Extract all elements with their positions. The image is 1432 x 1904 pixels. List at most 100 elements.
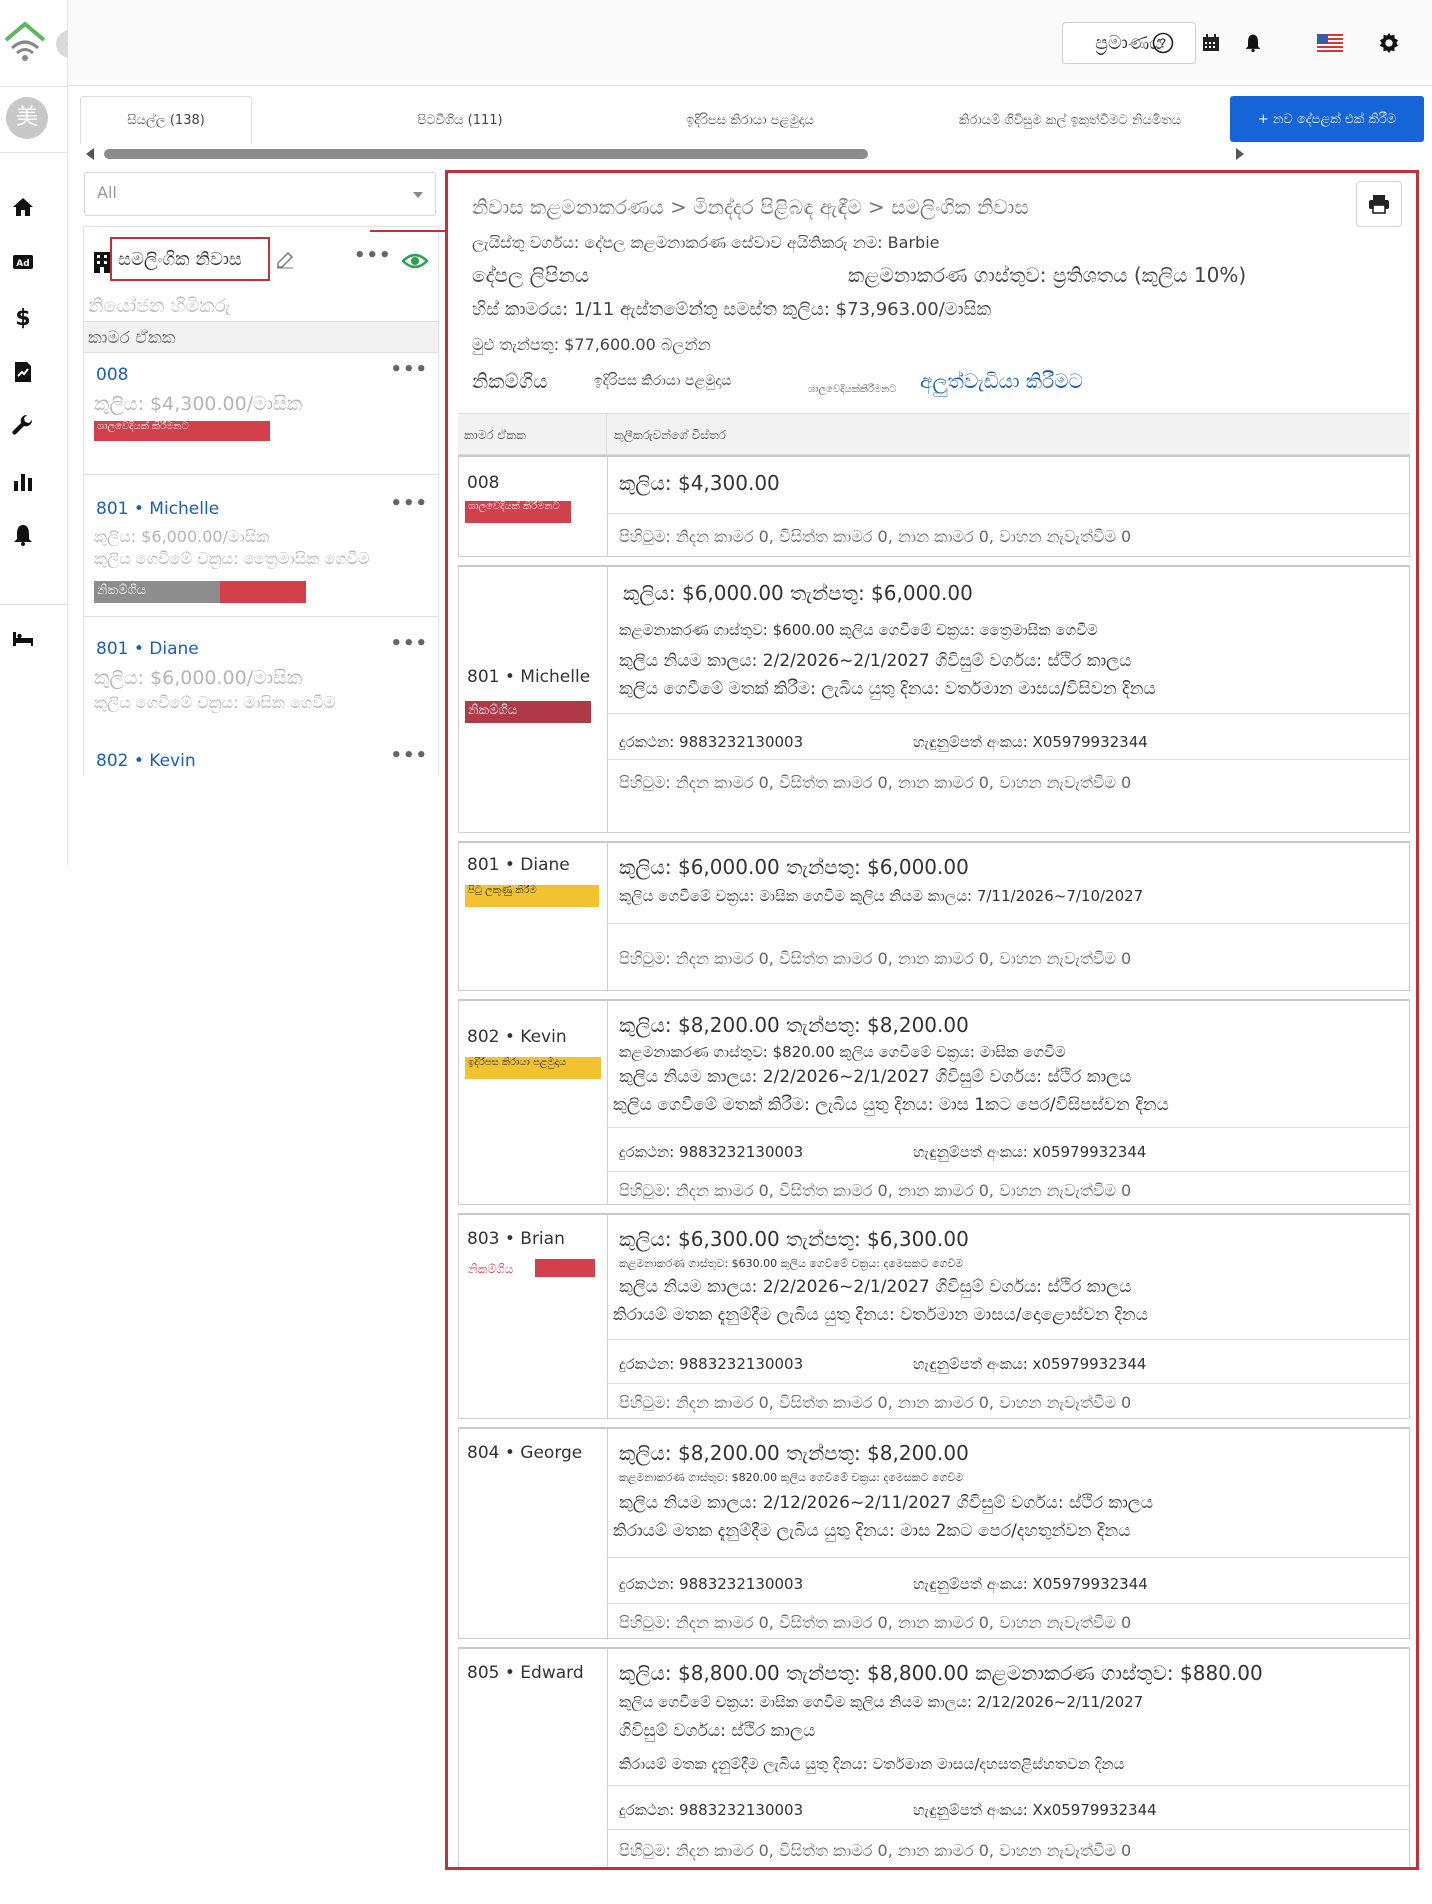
gear-icon[interactable] <box>1376 30 1402 56</box>
row-id: හැඳුනුම්පත් අංකය: X05979932344 <box>913 733 1148 751</box>
row-id: හැඳුනුම්පත් අංකය: Xx05979932344 <box>913 1801 1157 1819</box>
vacancy-total: හිස් කාමරය: 1/11 ඇස්තමේන්තු සමස්ත කුලිය:… <box>472 299 992 320</box>
contract-icon[interactable] <box>10 359 36 385</box>
row-fee-cycle: කළමනාකරණ ගාස්තුව: $820.00 කුලිය ගෙවීමේ ච… <box>619 1471 964 1484</box>
row-reminder: කුලිය ගෙවීමේ මතක් කිරීම: ලැබිය යුතු දිනය… <box>619 679 1156 699</box>
list-item[interactable]: 802 • Kevin ••• <box>84 743 438 777</box>
row-unit: 801 • Diane <box>467 855 570 875</box>
row-phone: දුරකථන: 9883232130003 <box>619 1575 804 1593</box>
status-badge: පිටු ලකුණු කිරීම <box>465 885 599 907</box>
renew-link[interactable]: අලුත්වැඩියා කිරීමට <box>920 369 1083 393</box>
left-rail: 美 Ad $ <box>0 0 68 866</box>
list-item[interactable]: 801 • Diane ••• කුලිය: $6,000.00/මාසික ක… <box>84 627 438 751</box>
row-fee-cycle: කළමනාකරණ ගාස්තුව: $630.00 කුලිය ගෙවීමේ ච… <box>619 1257 964 1270</box>
status-badge: ඉදිරිපස කිරායා පළමුදාය <box>465 1057 601 1079</box>
list-item-name: 801 • Michelle <box>96 499 220 519</box>
ad-icon[interactable]: Ad <box>10 249 36 275</box>
scroll-right-icon[interactable] <box>1236 148 1244 160</box>
more-options-icon[interactable]: ••• <box>390 745 428 766</box>
wrench-icon[interactable] <box>10 413 36 439</box>
column-divider <box>607 1215 608 1419</box>
row-term: කුලිය නියම කාලය: 2/2/2026~2/1/2027 ගිවිස… <box>619 651 1132 671</box>
edit-icon[interactable] <box>276 251 294 269</box>
row-phone: දුරකථන: 9883232130003 <box>619 1143 804 1161</box>
tab-upcoming[interactable]: ඉදිරිපස කිරායා පළමුදාය <box>600 96 900 144</box>
status-badge: ශාලවෙදියක් කිරීමනට <box>94 421 270 441</box>
unit-list-panel: සමලිංගික නිවාස ••• නියෝජන හිමිකරු කාමර ඒ… <box>83 222 512 777</box>
row-rent: කුලිය: $6,000.00 තැන්පතු: $6,000.00 <box>619 855 969 879</box>
status-tiny: ශාලවෙදියක්කිරීමනට <box>808 384 897 395</box>
row-divider <box>607 923 1409 924</box>
list-item-name: 801 • Diane <box>96 639 199 659</box>
row-amenities: පිහිටුම: නිදන කාමර 0, විසිත්ත කාමර 0, නා… <box>619 773 1132 792</box>
bell-icon[interactable] <box>1240 30 1266 56</box>
calendar-icon[interactable] <box>1198 30 1224 56</box>
tab-expiring[interactable]: කිරායම් ගිවිසුම කල් ඉකුත්වීමට නියමිතය <box>920 96 1220 144</box>
row-rent: කුලිය: $6,300.00 තැන්පතු: $6,300.00 <box>619 1227 969 1251</box>
table-row[interactable]: 801 • Diane පිටු ලකුණු කිරීම කුලිය: $6,0… <box>458 841 1410 991</box>
col-tenant: කුලීකරුවන්ගේ විස්තර <box>614 428 726 442</box>
list-item-name: 008 <box>96 365 129 385</box>
status-badge-bar <box>220 581 306 603</box>
table-row[interactable]: 802 • Kevin ඉදිරිපස කිරායා පළමුදාය කුලිය… <box>458 999 1410 1205</box>
eye-icon[interactable] <box>402 251 428 271</box>
property-header[interactable]: සමලිංගික නිවාස ••• නියෝජන හිමිකරු <box>84 227 438 321</box>
filter-select[interactable]: All <box>84 172 436 216</box>
management-fee: කළමනාකරණ ගාස්තුව: ප්‍රතිශතය (කුලිය 10%) <box>848 263 1247 287</box>
more-options-icon[interactable]: ••• <box>354 245 392 266</box>
app-logo-icon[interactable] <box>2 18 48 64</box>
printer-icon <box>1369 195 1389 214</box>
chevron-down-icon <box>413 192 423 198</box>
row-divider <box>607 713 1409 714</box>
tab-all[interactable]: සියල්ල (138) <box>80 96 252 144</box>
row-reminder: කිරායම් මතක දැනුම්දීම ලැබිය යුතු දිනය: ව… <box>619 1755 1125 1773</box>
rail-divider <box>0 152 68 153</box>
row-unit: 802 • Kevin <box>467 1027 567 1047</box>
us-flag-icon[interactable] <box>1314 30 1346 56</box>
help-icon[interactable]: ? <box>1150 30 1176 56</box>
table-row[interactable]: 805 • Edward කුලිය: $8,800.00 තැන්පතු: $… <box>458 1647 1410 1867</box>
scroll-thumb[interactable] <box>104 149 868 159</box>
bed-icon[interactable] <box>10 625 36 651</box>
scroll-left-icon[interactable] <box>86 148 94 160</box>
row-phone: දුරකථන: 9883232130003 <box>619 1355 804 1373</box>
property-name[interactable]: සමලිංගික නිවාස <box>110 237 270 281</box>
avatar[interactable]: 美 <box>6 97 48 139</box>
more-options-icon[interactable]: ••• <box>390 493 428 514</box>
more-options-icon[interactable]: ••• <box>390 633 428 654</box>
row-amenities: පිහිටුම: නිදන කාමර 0, විසිත්ත කාමර 0, නා… <box>619 1841 1132 1860</box>
table-row[interactable]: 008 ශාලවෙදියක් කිරීමනට කුලිය: $4,300.00 … <box>458 455 1410 557</box>
column-divider <box>606 414 607 454</box>
status-badge-bar <box>535 1259 595 1277</box>
dollar-icon[interactable]: $ <box>10 304 36 330</box>
home-icon[interactable] <box>10 194 36 220</box>
list-item-name: 802 • Kevin <box>96 751 196 771</box>
list-item[interactable]: 801 • Michelle ••• කුලිය: $6,000.00/මාසි… <box>84 487 438 617</box>
row-divider <box>607 1127 1409 1128</box>
add-property-button[interactable]: + නව දේපළක් එක් කිරීම <box>1230 96 1424 142</box>
table-row[interactable]: 803 • Brian නිකම්ගිය කුලිය: $6,300.00 තැ… <box>458 1213 1410 1419</box>
row-divider <box>607 1829 1409 1830</box>
row-fee-cycle: කළමනාකරණ ගාස්තුව: $820.00 කුලිය ගෙවීමේ ච… <box>619 1043 1066 1061</box>
bell-icon[interactable] <box>10 522 36 548</box>
column-divider <box>607 1429 608 1639</box>
list-item[interactable]: 008 ••• කුලිය: $4,300.00/මාසික ශාලවෙදියක… <box>84 353 438 475</box>
list-item-rent: කුලිය: $4,300.00/මාසික <box>94 393 303 415</box>
row-term: කුලිය නියම කාලය: 2/2/2026~2/1/2027 ගිවිස… <box>619 1277 1132 1297</box>
tab-bar: සියල්ල (138) පිටවීගිය (111) ඉදිරිපස කිරා… <box>80 96 1424 144</box>
row-id: හැඳුනුම්පත් අංකය: X05979932344 <box>913 1575 1148 1593</box>
print-button[interactable] <box>1356 181 1402 227</box>
tab-moved-out[interactable]: පිටවීගිය (111) <box>360 96 560 144</box>
more-options-icon[interactable]: ••• <box>390 359 428 380</box>
bar-chart-icon[interactable] <box>10 468 36 494</box>
horizontal-scrollbar[interactable] <box>86 148 1246 160</box>
building-icon <box>94 252 110 273</box>
property-subtitle: නියෝජන හිමිකරු <box>88 295 231 317</box>
row-rent: කුලිය: $8,200.00 තැන්පතු: $8,200.00 <box>619 1013 969 1037</box>
row-rent: කුලිය: $4,300.00 <box>619 471 780 495</box>
table-row[interactable]: 804 • George කුලිය: $8,200.00 තැන්පතු: $… <box>458 1427 1410 1639</box>
row-divider <box>607 1603 1409 1604</box>
list-item-cycle: කුලිය ගෙවීමේ චක්‍රය: ත්‍රෛමාසික ගෙවීම <box>94 549 370 568</box>
table-row[interactable]: 801 • Michelle නිකම්ගිය කුලිය: $6,000.00… <box>458 565 1410 833</box>
listing-type-owner: ලැයිස්තු වර්ගය: දේපල කළමනාකරණ සේවාව අයිත… <box>472 233 940 252</box>
